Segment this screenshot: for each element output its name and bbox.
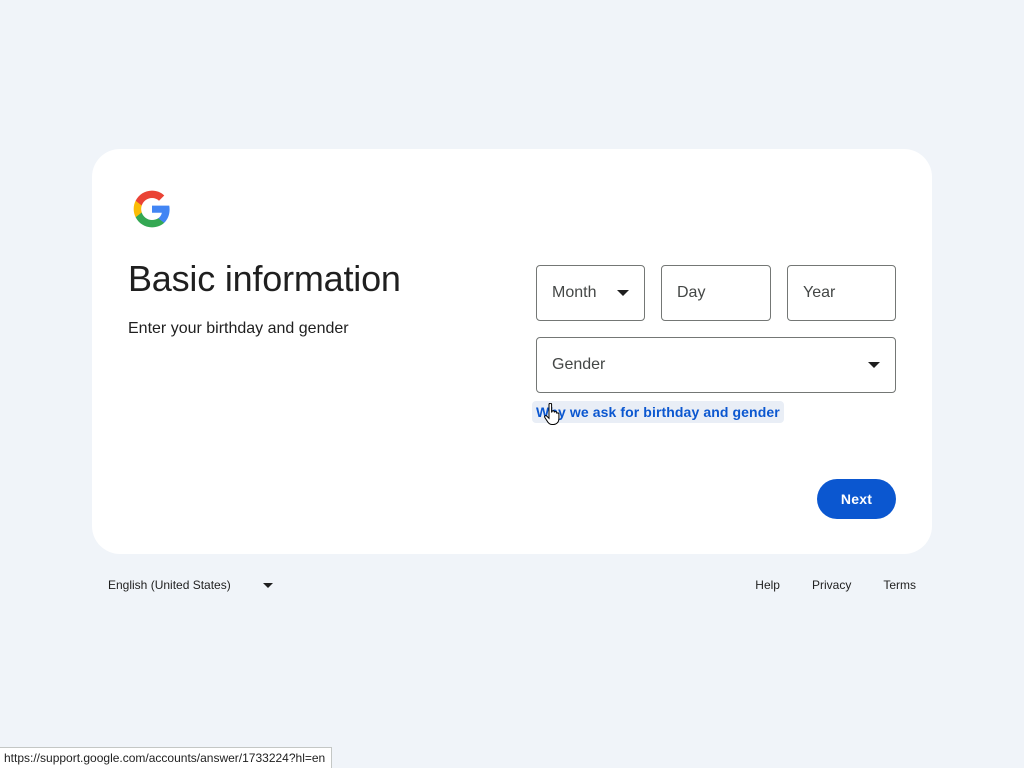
page-subtitle: Enter your birthday and gender — [128, 320, 349, 337]
language-selector[interactable]: English (United States) — [108, 578, 273, 592]
next-button[interactable]: Next — [817, 479, 896, 519]
month-select[interactable]: Month — [536, 265, 645, 321]
status-bar-url: https://support.google.com/accounts/answ… — [0, 747, 333, 768]
chevron-down-icon — [262, 582, 273, 588]
year-input[interactable]: Year — [787, 265, 896, 321]
help-link[interactable]: Help — [755, 578, 780, 592]
year-label: Year — [803, 284, 836, 301]
privacy-link[interactable]: Privacy — [812, 578, 851, 592]
language-label: English (United States) — [108, 578, 231, 592]
signup-card: Basic information Enter your birthday an… — [92, 149, 932, 554]
gender-label: Gender — [552, 356, 606, 373]
month-label: Month — [552, 284, 597, 301]
footer-links: Help Privacy Terms — [755, 578, 916, 592]
terms-link[interactable]: Terms — [883, 578, 916, 592]
gender-select[interactable]: Gender — [536, 337, 896, 393]
google-logo-icon — [133, 190, 170, 228]
day-input[interactable]: Day — [661, 265, 771, 321]
hand-pointer-icon — [544, 403, 560, 425]
day-label: Day — [677, 284, 706, 301]
chevron-down-icon — [617, 290, 629, 296]
chevron-down-icon — [868, 362, 880, 368]
page-title: Basic information — [128, 258, 401, 299]
why-we-ask-link[interactable]: Why we ask for birthday and gender — [532, 401, 784, 423]
